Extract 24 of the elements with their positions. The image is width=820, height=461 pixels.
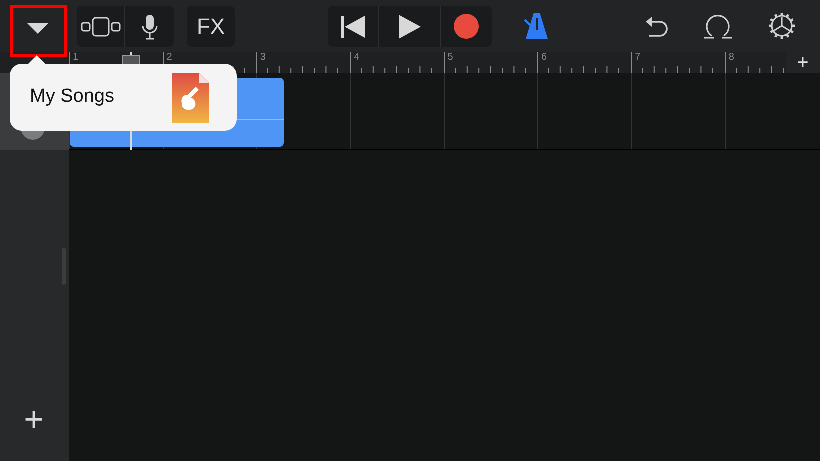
fx-button[interactable]: FX — [187, 6, 235, 47]
bar-number: 7 — [635, 53, 641, 63]
caret-icon — [27, 22, 49, 34]
microphone-icon — [142, 14, 158, 40]
settings-button[interactable] — [767, 11, 797, 41]
undo-icon — [645, 15, 669, 37]
add-section-button[interactable]: + — [786, 52, 820, 73]
skip-back-icon — [341, 16, 365, 38]
record-icon — [454, 14, 479, 39]
bar-number: 4 — [354, 53, 360, 63]
bar-number: 3 — [260, 53, 266, 63]
bar-number: 5 — [448, 53, 454, 63]
my-songs-item[interactable]: My Songs — [30, 83, 114, 112]
loop-icon — [704, 12, 732, 40]
add-track-button[interactable]: + — [19, 405, 49, 435]
play-icon — [398, 14, 420, 38]
bar-number: 1 — [73, 53, 79, 63]
metronome-icon — [524, 12, 550, 40]
settings-icon — [768, 12, 796, 40]
bar-number: 8 — [728, 53, 734, 63]
document-icon — [172, 72, 209, 122]
bar-number: 6 — [541, 53, 547, 63]
tracks-view-icon — [80, 16, 120, 36]
bar-number: 2 — [166, 53, 172, 63]
